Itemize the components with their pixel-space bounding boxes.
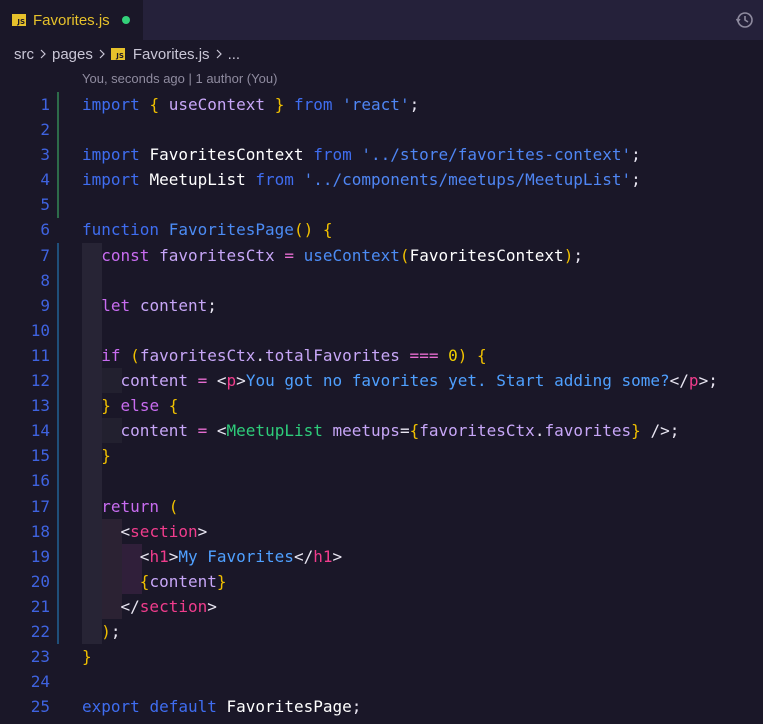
chevron-right-icon [40,49,46,59]
code-line: 4 import MeetupList from '../components/m… [0,167,763,192]
code-line: 3 import FavoritesContext from '../store/… [0,142,763,167]
line-number: 18 [30,521,50,541]
line-number: 25 [30,697,50,717]
line-number: 2 [40,120,50,140]
line-number: 4 [40,170,50,190]
code-line: 15 } [0,443,763,468]
code-line: 6 function FavoritesPage() { [0,217,763,242]
code-line: 5 [0,192,763,217]
code-text: {content} [139,571,227,591]
line-number: 10 [30,320,50,340]
code-line: 20 {content} [0,569,763,594]
breadcrumb-item-symbol[interactable]: ... [228,46,241,63]
line-number: 8 [40,270,50,290]
code-line: 18 <section> [0,519,763,544]
js-file-icon: JS [110,48,125,60]
code-text: <section> [120,521,208,541]
history-icon[interactable] [735,10,755,30]
code-text: if (favoritesCtx.totalFavorites === 0) { [101,345,487,365]
line-number: 5 [40,195,50,215]
code-line: 12 content = <p>You got no favorites yet… [0,368,763,393]
code-text: import FavoritesContext from '../store/f… [82,145,641,165]
code-line: 7 const favoritesCtx = useContext(Favori… [0,243,763,268]
code-line: 8 [0,268,763,293]
code-text: } [82,647,92,667]
breadcrumb-item-file[interactable]: Favorites.js [133,46,210,63]
line-number: 22 [30,621,50,641]
code-text: content = <MeetupList meetups={favorites… [120,421,680,441]
line-number: 21 [30,596,50,616]
code-text: const favoritesCtx = useContext(Favorite… [101,245,583,265]
code-line: 19 <h1>My Favorites</h1> [0,544,763,569]
line-number: 9 [40,295,50,315]
code-text: content = <p>You got no favorites yet. S… [120,371,718,391]
code-text: } [101,446,111,466]
code-text: </section> [120,596,217,616]
breadcrumb: src pages JS Favorites.js ... [14,44,240,64]
code-editor[interactable]: 1 import { useContext } from 'react'; 2 3… [0,92,763,719]
git-blame-annotation[interactable]: You, seconds ago | 1 author (You) [82,71,277,86]
line-number: 20 [30,571,50,591]
line-number: 13 [30,396,50,416]
code-text: ); [101,621,121,641]
line-number: 23 [30,647,50,667]
line-number: 3 [40,145,50,165]
code-line: 21 </section> [0,594,763,619]
code-line: 16 [0,468,763,493]
code-line: 2 [0,117,763,142]
line-number: 6 [40,220,50,240]
code-text: import { useContext } from 'react'; [82,95,420,114]
line-number: 14 [30,421,50,441]
line-number: 12 [30,371,50,391]
code-text: function FavoritesPage() { [82,220,333,240]
line-number: 17 [30,496,50,516]
code-line: 17 return ( [0,494,763,519]
code-line: 10 [0,318,763,343]
code-line: 25 export default FavoritesPage; [0,694,763,719]
line-number: 7 [40,245,50,265]
code-text: let content; [101,295,217,315]
code-line: 14 content = <MeetupList meetups={favori… [0,418,763,443]
breadcrumb-item-src[interactable]: src [14,46,34,63]
code-text: <h1>My Favorites</h1> [139,546,343,566]
js-file-icon: JS [12,14,26,26]
tab-bar: JS Favorites.js [0,0,763,40]
code-line: 22 ); [0,619,763,644]
code-line: 23} [0,644,763,669]
code-line: 13 } else { [0,393,763,418]
line-number: 1 [40,95,50,114]
code-line: 24 [0,669,763,694]
line-number: 16 [30,471,50,491]
breadcrumb-item-pages[interactable]: pages [52,46,93,63]
chevron-right-icon [216,49,222,59]
code-text: import MeetupList from '../components/me… [82,170,641,190]
chevron-right-icon [99,49,105,59]
line-number: 24 [30,672,50,692]
code-line: 1 import { useContext } from 'react'; [0,92,763,117]
line-number: 19 [30,546,50,566]
code-text: } else { [101,396,179,416]
code-line: 9 let content; [0,293,763,318]
code-line: 11 if (favoritesCtx.totalFavorites === 0… [0,343,763,368]
line-number: 15 [30,446,50,466]
code-text: export default FavoritesPage; [82,697,362,717]
tab-favorites-js[interactable]: JS Favorites.js [0,0,143,40]
code-text: return ( [101,496,179,516]
modified-dot-icon [121,16,130,24]
line-number: 11 [30,345,50,365]
tab-title: Favorites.js [33,11,110,29]
